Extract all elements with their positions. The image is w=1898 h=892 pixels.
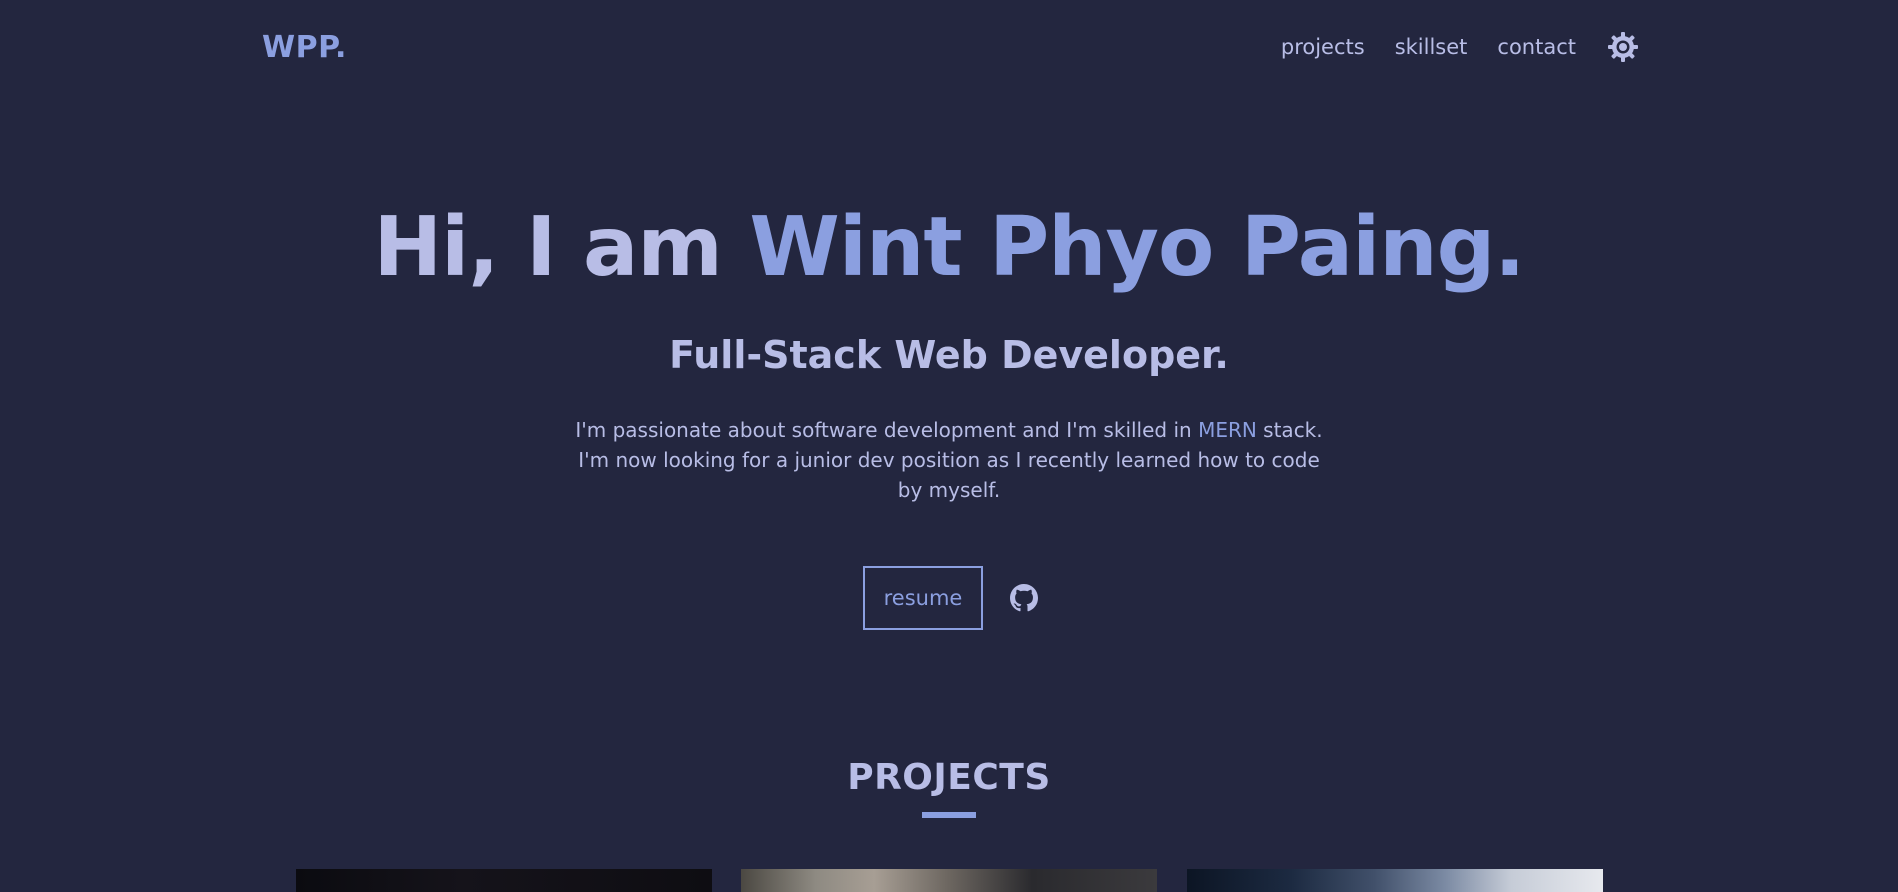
project-card-thumbnail[interactable] [741,869,1157,892]
hero-title-prefix: Hi, I am [373,200,723,295]
projects-section-title: PROJECTS [847,757,1051,798]
hero-subtitle: Full-Stack Web Developer. [669,333,1229,377]
hero-desc-part1: I'm passionate about software developmen… [575,418,1192,442]
hero-title-name: Wint Phyo Paing. [749,200,1525,295]
github-link[interactable] [1009,583,1039,613]
hero-description: I'm passionate about software developmen… [0,415,1898,505]
hero-title: Hi, I am Wint Phyo Paing. [0,198,1898,298]
nav-link-contact[interactable]: contact [1497,35,1576,59]
project-card-thumbnail[interactable] [296,869,712,892]
site-header: WPP. projects skillset contact [0,0,1898,100]
projects-title-underline [922,812,976,818]
hero-desc-highlight: MERN [1198,418,1257,442]
github-icon [1010,584,1038,612]
main-nav: projects skillset contact [1281,30,1640,64]
sun-icon [1608,32,1638,62]
hero-actions: resume [863,566,1039,630]
nav-link-projects[interactable]: projects [1281,35,1365,59]
theme-toggle-button[interactable] [1606,30,1640,64]
project-card-thumbnail[interactable] [1187,869,1603,892]
nav-link-skillset[interactable]: skillset [1395,35,1468,59]
resume-button[interactable]: resume [863,566,983,630]
site-logo[interactable]: WPP. [262,30,347,65]
